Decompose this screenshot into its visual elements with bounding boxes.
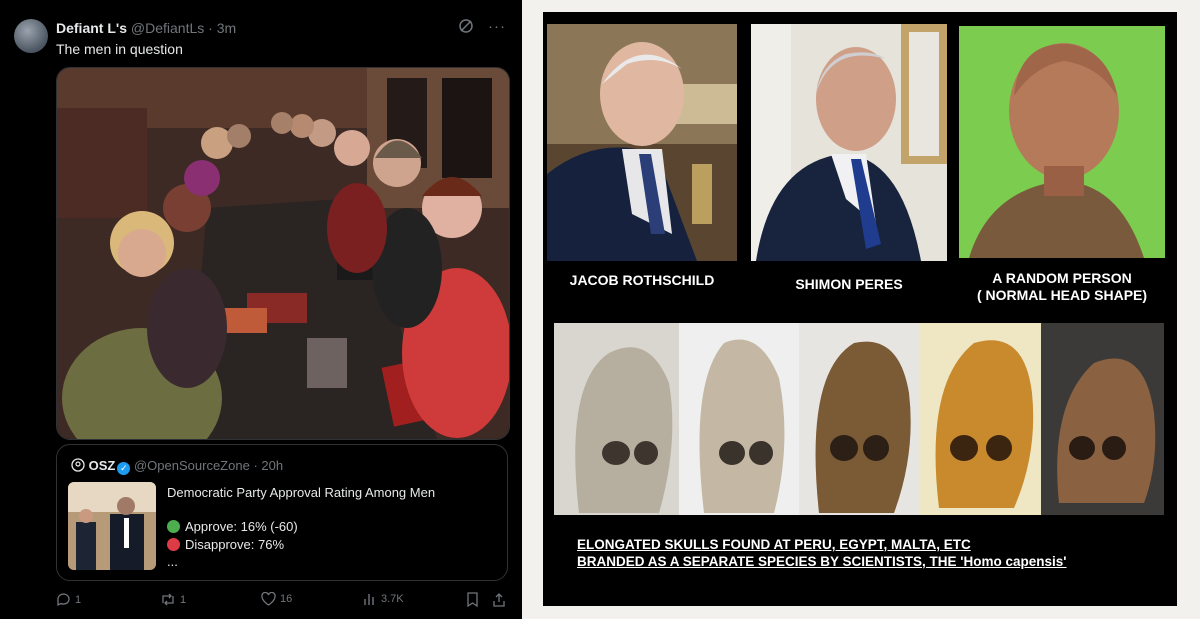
reply-count: 1 [75,593,82,606]
repost-count: 1 [180,593,187,606]
label-random-line2: ( NORMAL HEAD SHAPE) [976,287,1148,303]
heart-icon [261,592,276,606]
disapprove-line: Disapprove: 76% [167,537,284,552]
tweet-text: The men in question [56,41,183,57]
restaurant-group-photo [57,68,509,439]
quoted-title: Democratic Party Approval Rating Among M… [167,485,436,500]
label-shimon: SHIMON PERES [795,276,903,292]
bookmark-icon[interactable] [466,592,479,607]
grok-icon[interactable] [458,18,474,34]
views-count: 3.7K [381,593,404,605]
quoted-timestamp[interactable]: 20h [261,458,283,473]
label-jacob: JACOB ROTHSCHILD [569,272,715,288]
elongated-skulls-photo [554,323,1164,515]
separator: · [253,458,258,473]
tweet-header: Defiant L's @DefiantLs · 3m [56,20,236,36]
handle[interactable]: @DefiantLs [131,20,204,36]
tweet-card[interactable]: Defiant L's @DefiantLs · 3m ··· The men … [0,0,522,619]
timestamp[interactable]: 3m [217,20,236,36]
thumbnail-image [68,482,156,570]
header-actions: ··· [458,18,506,35]
display-name[interactable]: Defiant L's [56,20,127,36]
repost-icon [162,593,174,606]
meme-image: JACOB ROTHSCHILD SHIMON PERES A RANDOM P… [543,12,1177,606]
views-button[interactable]: 3.7K [363,592,404,606]
views-icon [364,594,374,605]
verified-badge-icon: ✓ [117,462,131,475]
portrait-shimon [751,24,947,261]
portrait-random-person [959,26,1165,258]
quoted-display-name[interactable]: OSZ [89,458,116,473]
like-count: 16 [280,593,293,605]
quoted-tweet[interactable]: OSZ ✓ @OpenSourceZone · 20h Democratic Pa… [56,444,508,581]
approve-line: Approve: 16% (-60) [167,519,298,534]
red-circle-icon [167,538,180,551]
caption-line1: ELONGATED SKULLS FOUND AT PERU, EGYPT, M… [577,537,971,552]
more-options-icon[interactable]: ··· [488,18,506,35]
quoted-header: OSZ ✓ @OpenSourceZone · 20h [71,458,283,475]
reply-icon [57,593,70,607]
separator: · [208,20,213,36]
quoted-ellipsis: ... [167,554,178,569]
like-button[interactable]: 16 [261,592,292,606]
tweet-photo[interactable] [56,67,510,440]
reply-button[interactable]: 1 [56,592,81,607]
portrait-jacob [547,24,737,261]
green-circle-icon [167,520,180,533]
caption-line2: BRANDED AS A SEPARATE SPECIES BY SCIENTI… [577,554,1067,569]
community-icon [71,458,85,472]
avatar[interactable] [14,19,48,53]
approve-text: Approve: 16% (-60) [185,519,298,534]
quoted-handle[interactable]: @OpenSourceZone [134,458,250,473]
quoted-thumbnail[interactable] [68,482,156,570]
caption: ELONGATED SKULLS FOUND AT PERU, EGYPT, M… [577,536,1067,570]
disapprove-text: Disapprove: 76% [185,537,284,552]
repost-button[interactable]: 1 [160,592,186,607]
label-random-line1: A RANDOM PERSON [992,270,1132,286]
share-icon[interactable] [492,592,506,607]
